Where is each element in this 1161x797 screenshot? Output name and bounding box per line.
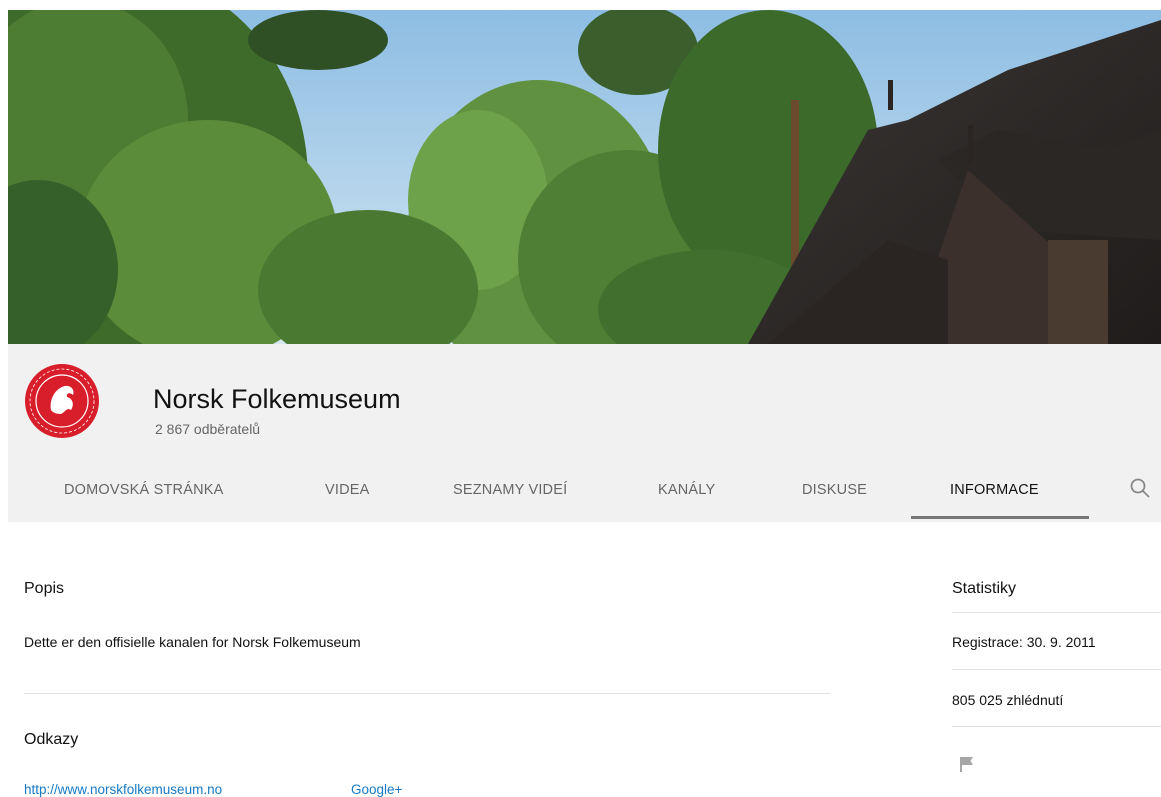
tab-home[interactable]: DOMOVSKÁ STRÁNKA [64, 482, 224, 498]
active-tab-indicator [911, 516, 1089, 519]
tab-about[interactable]: INFORMACE [950, 482, 1039, 498]
registration-date: Registrace: 30. 9. 2011 [952, 634, 1096, 650]
links-heading: Odkazy [24, 731, 79, 748]
tab-videos[interactable]: VIDEA [325, 482, 370, 498]
channel-description: Dette er den offisielle kanalen for Nors… [24, 634, 361, 650]
channel-logo[interactable] [25, 364, 99, 438]
subscriber-count: 2 867 odběratelů [155, 421, 261, 437]
flag-icon[interactable] [957, 754, 977, 774]
channel-tabs: DOMOVSKÁ STRÁNKA VIDEA SEZNAMY VIDEÍ KAN… [8, 462, 1161, 522]
tab-discussion[interactable]: DISKUSE [802, 482, 867, 498]
divider [952, 612, 1161, 613]
view-count: 805 025 zhlédnutí [952, 692, 1064, 708]
divider [952, 726, 1161, 727]
tab-channels[interactable]: KANÁLY [658, 482, 715, 498]
divider [952, 669, 1161, 670]
description-heading: Popis [24, 580, 65, 597]
tab-playlists[interactable]: SEZNAMY VIDEÍ [453, 482, 567, 498]
website-link[interactable]: http://www.norskfolkemuseum.no [24, 782, 222, 797]
search-icon[interactable] [1128, 476, 1152, 500]
stats-heading: Statistiky [952, 580, 1017, 597]
channel-banner [8, 10, 1161, 344]
google-plus-link[interactable]: Google+ [351, 782, 402, 797]
channel-header: Norsk Folkemuseum 2 867 odběratelů DOMOV… [8, 344, 1161, 522]
divider [24, 693, 830, 694]
channel-title: Norsk Folkemuseum [153, 384, 401, 414]
